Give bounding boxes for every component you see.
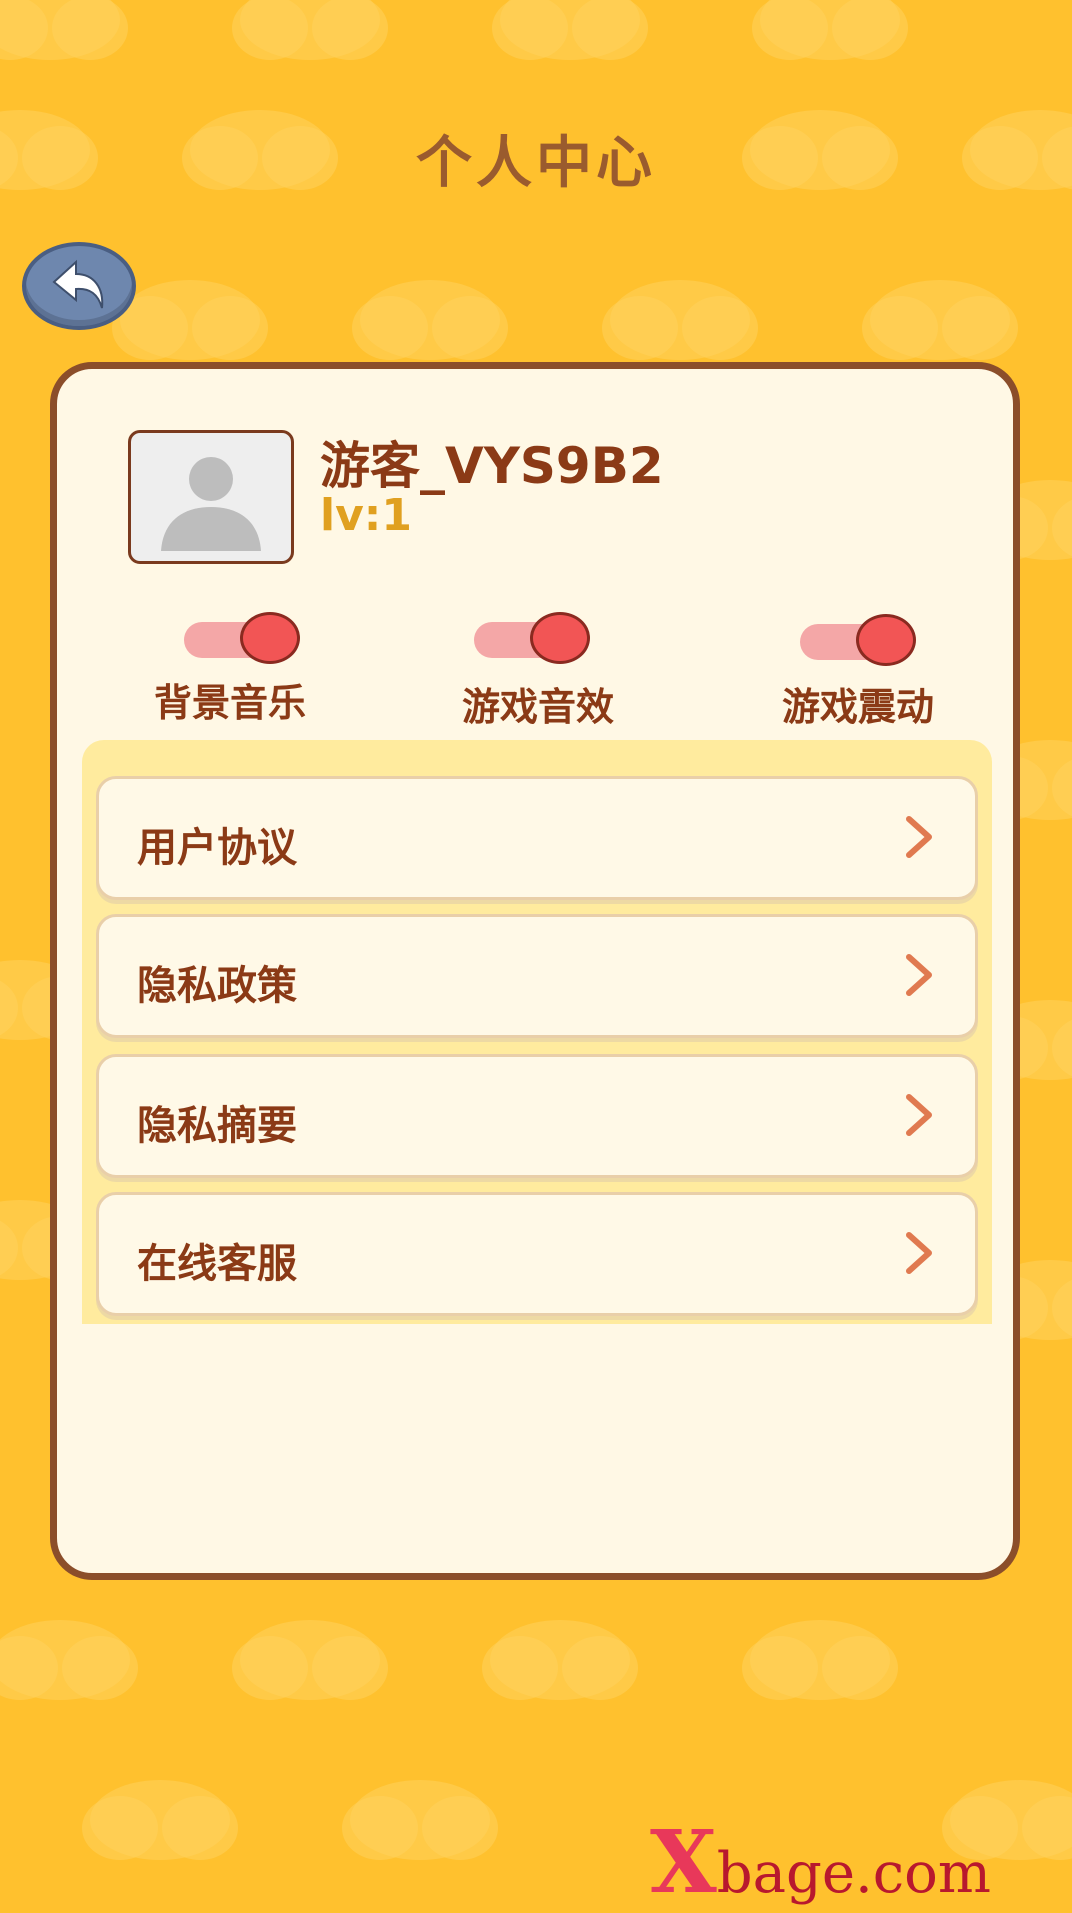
avatar[interactable] [128, 430, 294, 564]
menu-item-label: 在线客服 [137, 1241, 297, 1287]
chevron-right-icon [906, 1094, 932, 1136]
menu-item-online-support[interactable]: 在线客服 [96, 1192, 978, 1316]
toggle-knob [856, 614, 916, 666]
username: 游客_VYS9B2 [320, 437, 664, 495]
menu-item-label: 用户协议 [137, 825, 297, 871]
background-music-toggle[interactable] [184, 612, 304, 668]
chevron-right-icon [906, 954, 932, 996]
chevron-right-icon [906, 816, 932, 858]
menu-item-label: 隐私摘要 [137, 1103, 297, 1149]
chevron-right-icon [906, 1232, 932, 1274]
menu-item-privacy-summary[interactable]: 隐私摘要 [96, 1054, 978, 1178]
sound-effects-toggle[interactable] [474, 612, 594, 668]
toggle-knob [530, 612, 590, 664]
background-music-label: 背景音乐 [153, 681, 306, 725]
sound-effects-label: 游戏音效 [461, 685, 614, 729]
watermark-x: X [650, 1812, 717, 1913]
back-arrow-icon [52, 259, 104, 309]
user-level: lv:1 [320, 490, 412, 541]
back-button[interactable] [22, 242, 136, 330]
vibration-toggle[interactable] [800, 614, 920, 670]
page-title: 个人中心 [416, 131, 656, 196]
watermark: Xbage.com [650, 1812, 991, 1913]
menu-item-privacy-policy[interactable]: 隐私政策 [96, 914, 978, 1038]
menu-item-user-agreement[interactable]: 用户协议 [96, 776, 978, 900]
menu-item-label: 隐私政策 [137, 963, 297, 1009]
user-silhouette-icon [161, 457, 261, 551]
toggle-knob [240, 612, 300, 664]
vibration-label: 游戏震动 [781, 685, 934, 729]
watermark-text: bage.com [716, 1841, 991, 1906]
